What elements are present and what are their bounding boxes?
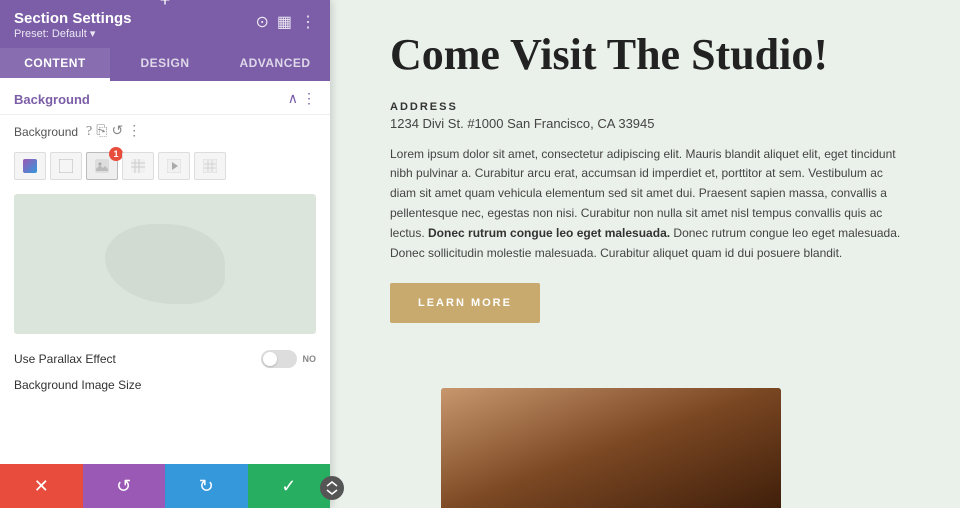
bg-image-btn[interactable]: 1	[86, 152, 118, 180]
background-section-title: Background	[14, 92, 90, 107]
settings-panel: + Section Settings Preset: Default ▾ ⊙ ▦…	[0, 0, 330, 508]
address-label: ADDRESS	[390, 101, 910, 113]
bg-blob	[105, 224, 225, 304]
bg-video-btn[interactable]	[158, 152, 190, 180]
parallax-toggle-wrap: NO	[261, 350, 317, 368]
section-more-icon[interactable]: ⋮	[302, 91, 316, 108]
reset-icon[interactable]: ↺	[111, 123, 123, 140]
address-value: 1234 Divi St. #1000 San Francisco, CA 33…	[390, 116, 910, 131]
tab-design[interactable]: Design	[110, 48, 220, 81]
cancel-button[interactable]: ✕	[0, 464, 83, 508]
page-title: Come Visit The Studio!	[390, 30, 910, 81]
background-label: Background	[14, 125, 78, 139]
tab-advanced[interactable]: Advanced	[220, 48, 330, 81]
panel-title: Section Settings	[14, 10, 132, 27]
redo-icon: ↻	[199, 476, 214, 497]
background-preview	[14, 194, 316, 334]
bg-none-btn[interactable]	[50, 152, 82, 180]
preset-label[interactable]: Preset: Default ▾	[14, 27, 132, 40]
bg-gradient-btn[interactable]	[14, 152, 46, 180]
bg-pattern-btn[interactable]	[122, 152, 154, 180]
question-icon[interactable]: ?	[86, 124, 92, 140]
cancel-icon: ✕	[34, 476, 49, 497]
confirm-icon: ✓	[281, 476, 296, 497]
redo-button[interactable]: ↻	[165, 464, 248, 508]
learn-more-button[interactable]: LEARN MORE	[390, 283, 540, 323]
background-type-row: 1	[0, 148, 330, 188]
parallax-toggle-label: NO	[303, 354, 317, 364]
body-text: Lorem ipsum dolor sit amet, consectetur …	[390, 145, 910, 264]
badge-number: 1	[109, 147, 123, 161]
panel-body: Background ∧ ⋮ Background ? ⎘ ↺ ⋮	[0, 81, 330, 464]
grid-icon[interactable]: ▦	[277, 12, 292, 32]
action-bar: ✕ ↺ ↻ ✓	[0, 464, 330, 508]
parallax-row: Use Parallax Effect NO	[0, 340, 330, 374]
bg-preview-inner	[14, 194, 316, 334]
parallax-toggle[interactable]	[261, 350, 297, 368]
background-icons: ? ⎘ ↺ ⋮	[86, 123, 141, 140]
background-section-header: Background ∧ ⋮	[0, 81, 330, 115]
bg-image-size-label: Background Image Size	[0, 374, 330, 394]
section-header-icons: ∧ ⋮	[288, 91, 316, 108]
main-content: Come Visit The Studio! ADDRESS 1234 Divi…	[330, 0, 960, 508]
bg-map-btn[interactable]	[194, 152, 226, 180]
view-icon[interactable]: ⊙	[255, 12, 268, 32]
bg-more-icon[interactable]: ⋮	[127, 123, 141, 140]
address-section: ADDRESS 1234 Divi St. #1000 San Francisc…	[390, 101, 910, 131]
undo-button[interactable]: ↺	[83, 464, 166, 508]
bottom-image-inner	[441, 388, 781, 508]
parallax-label: Use Parallax Effect	[14, 352, 116, 366]
more-icon[interactable]: ⋮	[300, 12, 316, 32]
confirm-button[interactable]: ✓	[248, 464, 331, 508]
tab-content[interactable]: Content	[0, 48, 110, 81]
bottom-image	[441, 388, 781, 508]
undo-icon: ↺	[116, 476, 131, 497]
panel-header-left: Section Settings Preset: Default ▾	[14, 10, 132, 40]
panel-header-actions: ⊙ ▦ ⋮	[255, 12, 316, 32]
collapse-icon[interactable]: ∧	[288, 91, 298, 108]
panel-tabs: Content Design Advanced	[0, 48, 330, 81]
drag-handle[interactable]	[320, 476, 344, 500]
background-row: Background ? ⎘ ↺ ⋮	[0, 115, 330, 148]
copy-icon[interactable]: ⎘	[96, 124, 107, 140]
